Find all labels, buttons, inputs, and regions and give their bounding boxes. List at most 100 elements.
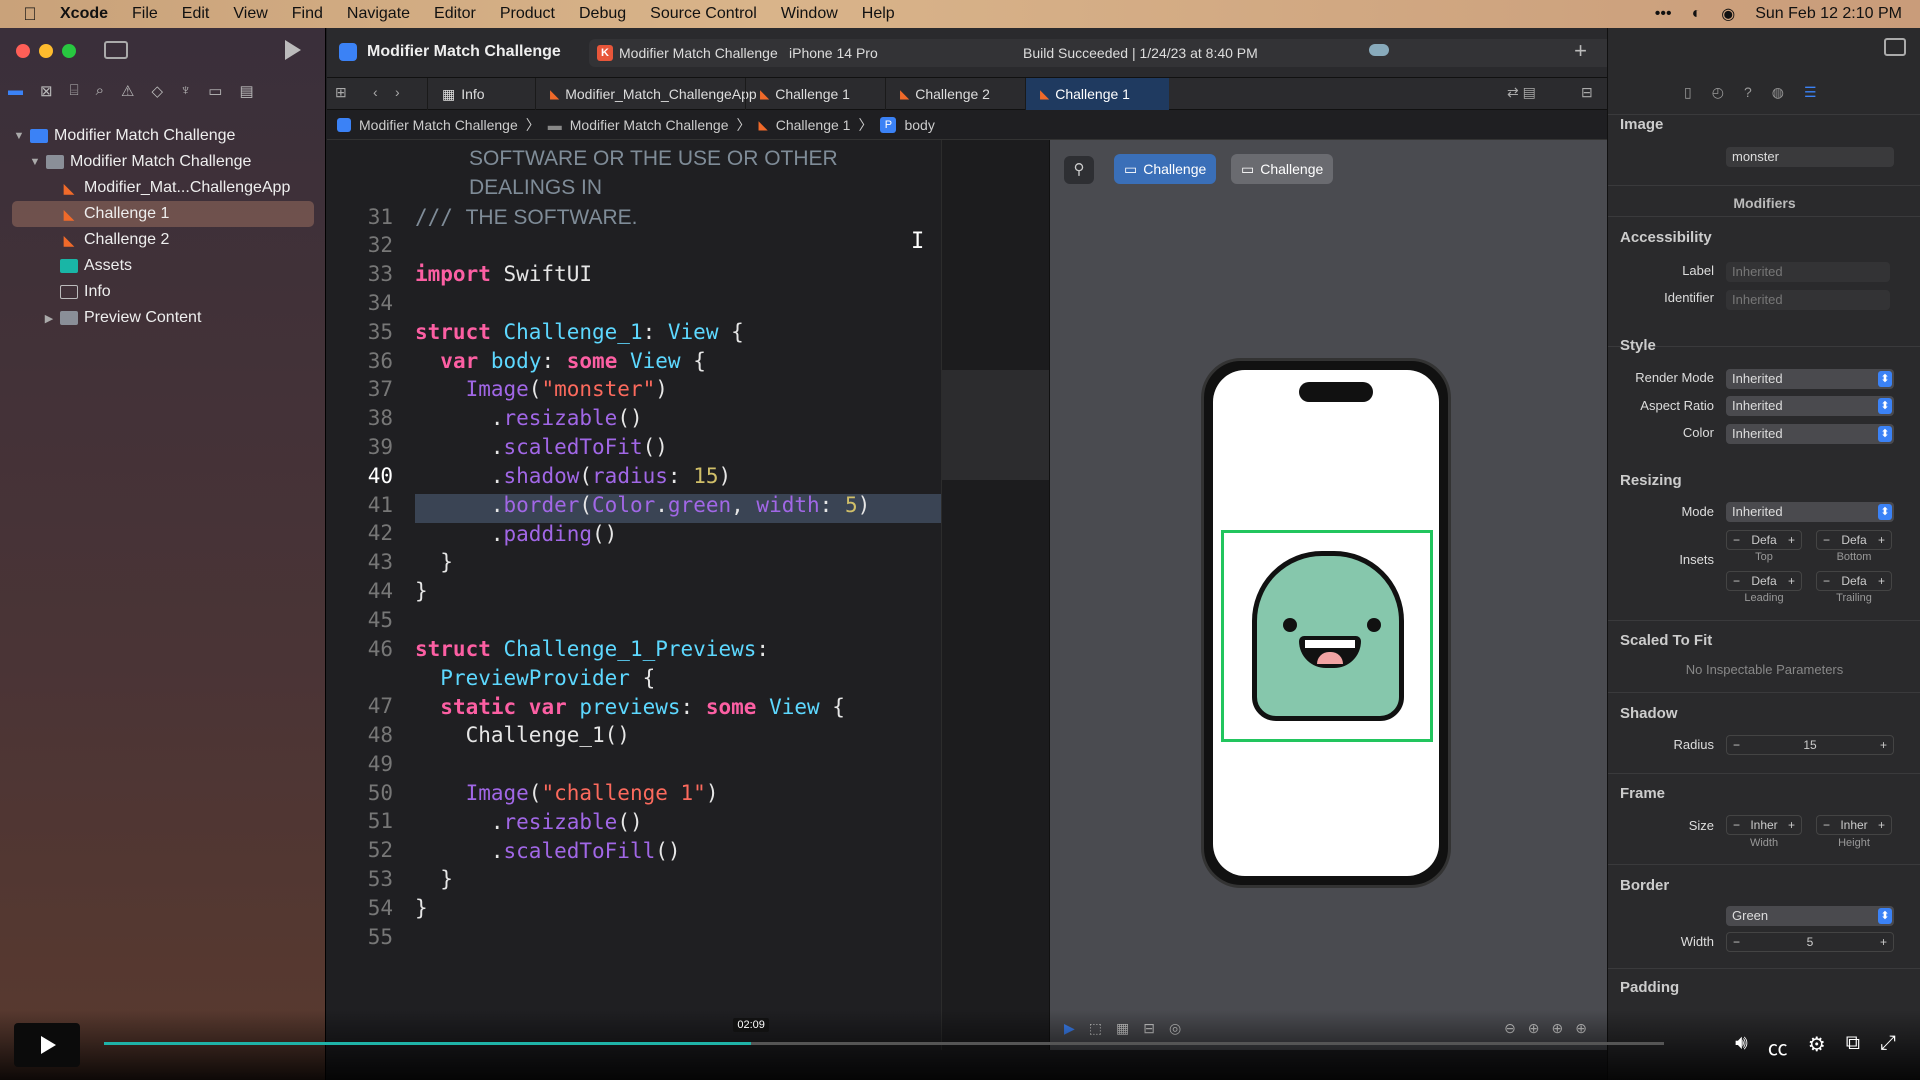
inset-top-stepper[interactable]: − Defa +: [1726, 530, 1802, 550]
tab-challenge-2[interactable]: ◣ Challenge 2: [885, 78, 1025, 110]
tree-item-info[interactable]: Info: [12, 279, 314, 305]
file-icon[interactable]: ▯: [1684, 84, 1692, 101]
debug-icon[interactable]: ♆: [180, 82, 191, 100]
help-icon[interactable]: ?: [1744, 84, 1752, 101]
breadcrumb-file[interactable]: Challenge 1: [776, 117, 851, 133]
apple-icon[interactable]: : [0, 4, 60, 25]
identity-icon[interactable]: ◍: [1772, 84, 1784, 101]
tree-item-app-file[interactable]: ◣ Modifier_Mat...ChallengeApp: [12, 175, 314, 201]
monster-image[interactable]: [1252, 551, 1404, 721]
menu-app[interactable]: Xcode: [60, 5, 108, 23]
sidebar-toggle-icon[interactable]: [104, 41, 128, 59]
minimap-viewport[interactable]: [942, 370, 1050, 480]
search-icon[interactable]: ⌕: [96, 82, 104, 100]
breadcrumb-project[interactable]: Modifier Match Challenge: [359, 117, 518, 133]
shadow-radius-stepper[interactable]: −15 +: [1726, 735, 1894, 755]
menu-view[interactable]: View: [233, 5, 267, 23]
tree-item-assets[interactable]: Assets: [12, 253, 314, 279]
history-icon[interactable]: ◴: [1712, 84, 1724, 101]
attributes-icon[interactable]: ☰: [1804, 84, 1817, 101]
inspector-toggle-icon[interactable]: [1884, 38, 1906, 56]
breadcrumb-group[interactable]: Modifier Match Challenge: [570, 117, 729, 133]
preview-pill[interactable]: ▭ Challenge: [1231, 154, 1334, 184]
folder-icon[interactable]: ▬: [8, 82, 23, 100]
volume-icon[interactable]: 🔊︎: [1735, 1032, 1748, 1061]
siri-icon[interactable]: ◉: [1721, 4, 1735, 24]
test-icon[interactable]: ◇: [151, 82, 163, 100]
resizing-mode-select[interactable]: Inherited: [1726, 502, 1894, 522]
aspect-ratio-select[interactable]: Inherited: [1726, 396, 1894, 416]
green-border[interactable]: [1221, 530, 1433, 742]
tab-app[interactable]: ◣ Modifier_Match_ChallengeApp: [535, 78, 757, 110]
scheme-name[interactable]: Modifier Match Challenge: [619, 45, 778, 61]
grid-icon[interactable]: ⊞: [335, 84, 347, 101]
menu-navigate[interactable]: Navigate: [347, 5, 410, 23]
chevron-down-icon[interactable]: ▼: [12, 130, 26, 142]
tree-item-preview-content[interactable]: ▶ Preview Content: [12, 305, 314, 331]
zoom-window-icon[interactable]: [62, 44, 76, 58]
menu-debug[interactable]: Debug: [579, 5, 626, 23]
tree-item-challenge-2[interactable]: ◣ Challenge 2: [12, 227, 314, 253]
tree-item-group[interactable]: ▼ Modifier Match Challenge: [12, 149, 314, 175]
control-center-icon[interactable]: ◐: [1692, 5, 1702, 23]
report-icon[interactable]: ▤: [239, 82, 253, 100]
menu-source-control[interactable]: Source Control: [650, 5, 757, 23]
tree-item-challenge-1[interactable]: ◣ Challenge 1: [12, 201, 314, 227]
source-control-icon[interactable]: ⊠: [40, 82, 53, 100]
menu-product[interactable]: Product: [500, 5, 555, 23]
pin-icon[interactable]: ⚲: [1064, 156, 1094, 184]
add-icon[interactable]: +: [1574, 38, 1587, 64]
device-name[interactable]: iPhone 14 Pro: [789, 45, 878, 61]
fullscreen-icon[interactable]: ⤢: [1880, 1032, 1896, 1061]
inset-bottom-stepper[interactable]: − Defa +: [1816, 530, 1892, 550]
video-progress-track[interactable]: [104, 1042, 1664, 1045]
inset-leading-stepper[interactable]: − Defa +: [1726, 571, 1802, 591]
tab-info[interactable]: ▦ Info: [427, 78, 535, 110]
captions-icon[interactable]: ㏄: [1768, 1032, 1788, 1061]
forward-icon[interactable]: ›: [395, 84, 400, 100]
symbol-icon[interactable]: ⌸: [70, 82, 79, 100]
more-icon[interactable]: •••: [1655, 5, 1672, 23]
inset-trailing-stepper[interactable]: − Defa +: [1816, 571, 1892, 591]
menu-editor[interactable]: Editor: [434, 5, 476, 23]
frame-width-stepper[interactable]: − Inher +: [1726, 815, 1802, 835]
scheme-selector[interactable]: K Modifier Match Challenge iPhone 14 Pro…: [589, 39, 1649, 67]
clock[interactable]: Sun Feb 12 2:10 PM: [1755, 5, 1902, 23]
menu-file[interactable]: File: [132, 5, 158, 23]
tree-item-label: Modifier Match Challenge: [70, 153, 252, 170]
breakpoint-icon[interactable]: ▭: [208, 82, 222, 100]
minimap[interactable]: [941, 140, 1050, 1050]
accessibility-label-field[interactable]: Inherited: [1726, 262, 1890, 282]
play-button[interactable]: [14, 1023, 80, 1067]
breadcrumb-symbol[interactable]: body: [904, 117, 934, 133]
pip-icon[interactable]: ⧉: [1846, 1032, 1860, 1061]
border-color-select[interactable]: Green: [1726, 906, 1894, 926]
close-window-icon[interactable]: [16, 44, 30, 58]
menu-window[interactable]: Window: [781, 5, 838, 23]
border-width-stepper[interactable]: −5 +: [1726, 932, 1894, 952]
settings-gear-icon[interactable]: ⚙: [1808, 1032, 1826, 1061]
color-select[interactable]: Inherited: [1726, 424, 1894, 444]
code-comment: SOFTWARE OR THE USE OR OTHER: [469, 147, 838, 170]
render-mode-select[interactable]: Inherited: [1726, 369, 1894, 389]
menu-edit[interactable]: Edit: [182, 5, 210, 23]
split-icon[interactable]: ⇄ ▤: [1507, 84, 1536, 101]
add-editor-icon[interactable]: ⊟: [1581, 84, 1593, 101]
back-icon[interactable]: ‹: [373, 84, 378, 100]
tab-challenge-1-active[interactable]: ◣ Challenge 1: [1025, 78, 1169, 110]
warning-icon[interactable]: ⚠: [121, 82, 134, 100]
cloud-icon[interactable]: [1369, 44, 1389, 56]
menu-help[interactable]: Help: [862, 5, 895, 23]
minimize-window-icon[interactable]: [39, 44, 53, 58]
tree-item-project[interactable]: ▼ Modifier Match Challenge: [12, 123, 314, 149]
chevron-right-icon[interactable]: ▶: [42, 312, 56, 325]
menu-find[interactable]: Find: [292, 5, 323, 23]
code-editor[interactable]: 31 32 33 34 35 36 37 38 39 40 41 42 43 44 45 46 47 48 49 50…: [327, 140, 941, 1050]
tab-challenge-1[interactable]: ◣ Challenge 1: [745, 78, 885, 110]
frame-height-stepper[interactable]: − Inher +: [1816, 815, 1892, 835]
run-icon[interactable]: [285, 40, 301, 60]
chevron-down-icon[interactable]: ▼: [28, 156, 42, 168]
preview-pill-selected[interactable]: ▭ Challenge: [1114, 154, 1217, 184]
accessibility-identifier-field[interactable]: Inherited: [1726, 290, 1890, 310]
image-name-field[interactable]: monster: [1726, 147, 1894, 167]
